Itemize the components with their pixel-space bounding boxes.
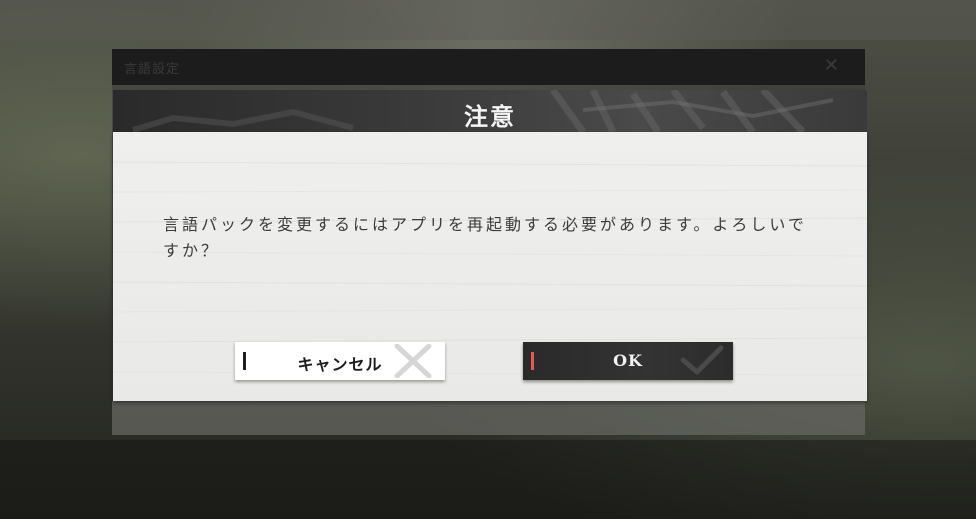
- dialog-body: 言語パックを変更するにはアプリを再起動する必要があります。よろしいですか？: [113, 132, 867, 401]
- x-icon: [394, 344, 432, 378]
- settings-window-titlebar: 言語設定 ✕: [112, 49, 865, 85]
- dialog-title: 注意: [464, 102, 516, 131]
- background-top-band: [0, 0, 976, 40]
- paper-texture: [113, 161, 867, 376]
- dialog-message: 言語パックを変更するにはアプリを再起動する必要があります。よろしいですか？: [163, 215, 807, 260]
- checkmark-icon: [680, 345, 724, 375]
- game-scene-background: 言語設定 ✕ 注意 言語パックを変更するにはアプリを再起動する必要があります。よ…: [0, 0, 976, 519]
- settings-window-title: 言語設定: [124, 62, 181, 77]
- background-bottom-band: [0, 440, 976, 519]
- cancel-button[interactable]: キャンセル: [235, 342, 445, 380]
- ok-button[interactable]: OK: [523, 342, 733, 380]
- confirm-dialog: 注意 言語パックを変更するにはアプリを再起動する必要があります。よろしいですか？…: [113, 90, 867, 401]
- close-icon[interactable]: ✕: [824, 57, 839, 75]
- dialog-header: 注意: [113, 90, 867, 132]
- settings-window-footer: [112, 401, 865, 435]
